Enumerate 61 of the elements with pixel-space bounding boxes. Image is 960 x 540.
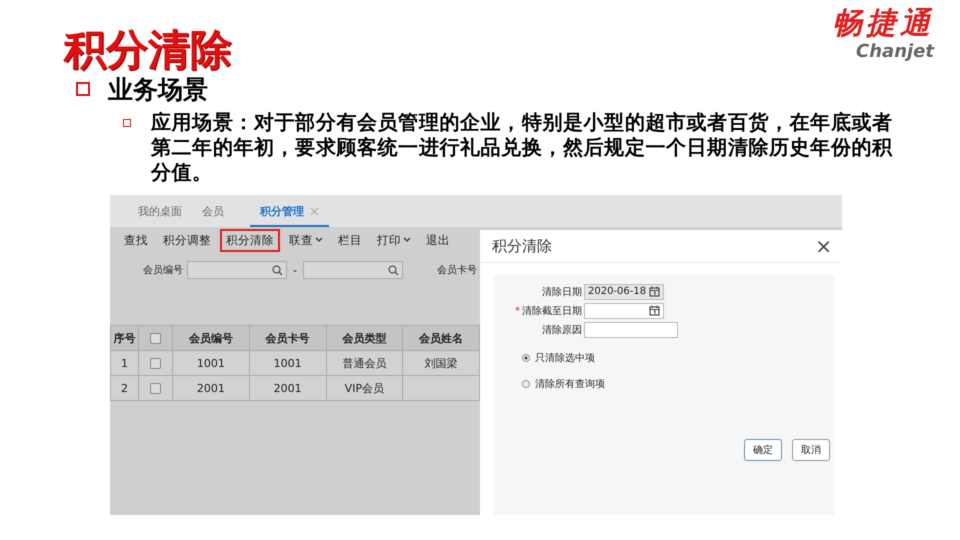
caret-icon [403, 237, 411, 243]
slide-title: 积分清除 [64, 24, 232, 72]
table-cell: 刘国梁 [424, 356, 458, 370]
column-header: 序号 [114, 332, 136, 344]
dialog-title: 积分清除 [492, 236, 552, 256]
table-cell: 2001 [274, 382, 302, 394]
tab[interactable]: 积分管理 [250, 204, 329, 227]
input-field[interactable]: 2020-06-18 [584, 284, 664, 300]
search-icon [272, 264, 283, 276]
tab[interactable]: 我的桌面 [128, 204, 192, 227]
table-cell: 1001 [196, 356, 225, 370]
toolbar-button[interactable]: 联查 [283, 228, 329, 252]
table-cell: 1001 [274, 356, 302, 370]
column-header: 会员类型 [342, 332, 386, 344]
checkbox[interactable] [150, 382, 161, 394]
toolbar-button[interactable]: 积分清除 [220, 228, 280, 252]
logo-subtitle: Chanjet [856, 42, 934, 62]
caret-icon [315, 237, 323, 243]
field-label: 清除日期 [542, 286, 582, 298]
checkbox[interactable] [150, 358, 161, 369]
search-field[interactable] [302, 261, 403, 279]
dialog-button[interactable]: 取消 [792, 439, 830, 461]
field-label: 清除截至日期 [522, 306, 582, 316]
radio-button[interactable] [522, 380, 530, 388]
close-icon[interactable] [310, 207, 319, 216]
column-header: 会员姓名 [419, 332, 464, 344]
scenario-paragraph: 应用场景：对于部分有会员管理的企业，特别是小型的超市或者百货，在年底或者第二年的年初，要求顾客统一进行礼品兑换，然后规定一个日期清除历史年份的积分值。 [151, 110, 894, 185]
dialog-button[interactable]: 确定 [744, 439, 782, 461]
range-separator: - [293, 264, 297, 276]
column-header: 会员卡号 [266, 332, 310, 344]
radio-button[interactable] [522, 354, 530, 362]
toolbar-button[interactable]: 栏目 [332, 228, 368, 252]
bullet-icon [76, 82, 90, 96]
table-cell: 2001 [196, 382, 225, 394]
toolbar-button[interactable]: 查找 [118, 228, 154, 252]
search-icon [388, 264, 399, 276]
field-label: 清除原因 [542, 324, 582, 336]
toolbar-button[interactable]: 积分调整 [157, 228, 217, 252]
search-field[interactable] [187, 261, 287, 279]
calendar-icon [649, 286, 660, 297]
calendar-icon [649, 305, 660, 316]
required-mark: * [515, 306, 520, 316]
tab[interactable]: 会员 [192, 204, 234, 227]
radio-label: 只清除选中项 [535, 352, 595, 365]
table-cell: VIP会员 [344, 382, 384, 394]
filter-label: 会员编号 [143, 264, 183, 277]
section-heading: 业务场景 [108, 74, 208, 106]
filter-label: 会员卡号 [436, 264, 477, 277]
table-cell: 2 [121, 382, 128, 394]
table-cell: 1 [121, 356, 128, 370]
bullet-icon [123, 119, 131, 127]
close-button[interactable]: × [815, 234, 832, 258]
toolbar-button[interactable]: 打印 [371, 228, 417, 252]
toolbar-button[interactable]: 退出 [420, 228, 456, 252]
checkbox[interactable] [150, 332, 161, 344]
input-field[interactable] [584, 322, 678, 338]
radio-label: 清除所有查询项 [535, 378, 605, 391]
logo-name: 畅捷通 [832, 6, 934, 42]
input-field[interactable] [584, 302, 664, 318]
column-header: 会员编号 [188, 332, 233, 344]
table-cell: 普通会员 [342, 356, 386, 370]
